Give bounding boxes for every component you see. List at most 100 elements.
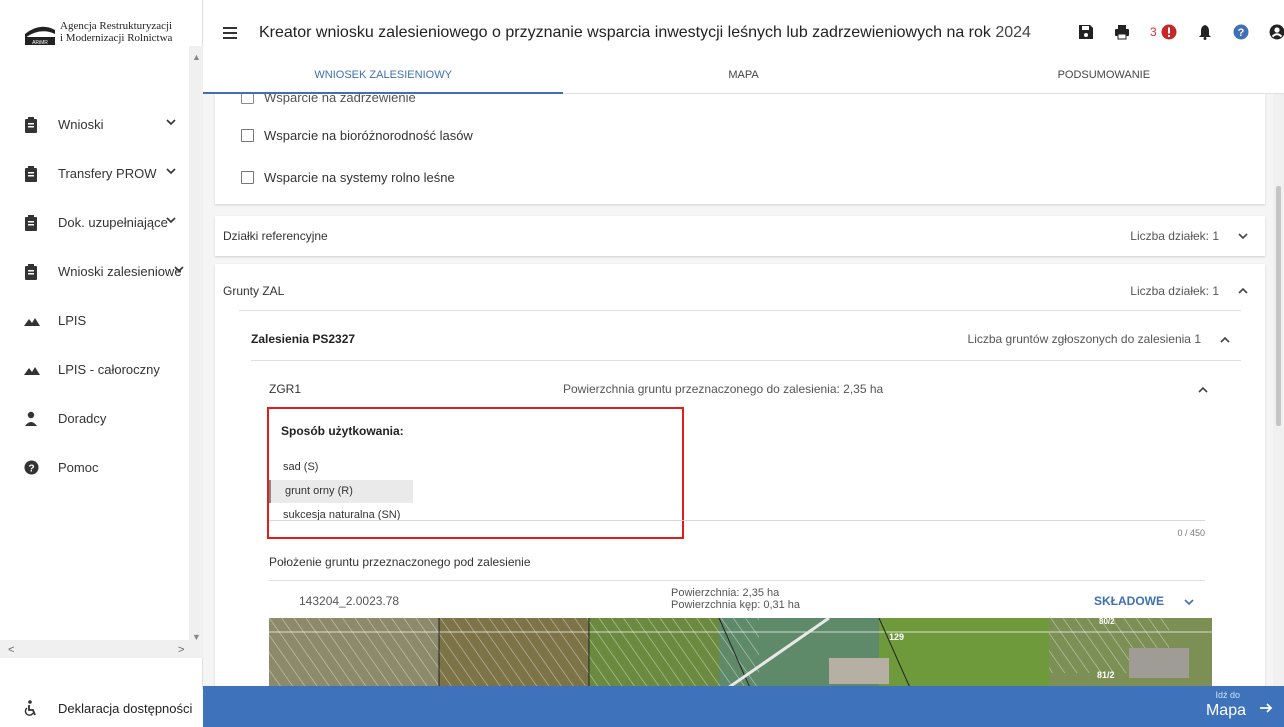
- map-label: 80/2: [1099, 618, 1115, 626]
- zgr-area-label: Powierzchnia gruntu przeznaczonego do za…: [563, 382, 884, 396]
- panel-title: Działki referencyjne: [223, 229, 328, 243]
- brand-line-2: i Modernizacji Rolnictwa: [60, 32, 173, 44]
- sidebar-item-label: LPIS: [58, 313, 87, 328]
- zgr-title: ZGR1: [269, 382, 302, 396]
- checkbox-row-zadrzewienie[interactable]: Wsparcie na zadrzewienie: [241, 94, 416, 105]
- topbar: Kreator wniosku zalesieniowego o przyzna…: [203, 0, 1284, 94]
- accessibility-declaration-label: Deklaracja dostępności: [58, 700, 193, 716]
- sidebar-item-transfery-prow[interactable]: Transfery PROW: [0, 149, 189, 198]
- scroll-left-icon[interactable]: <: [8, 644, 14, 656]
- parcel-map[interactable]: 129 81/2 80/2: [269, 618, 1212, 686]
- sidebar-item-label: Transfery PROW: [58, 166, 157, 181]
- sidebar-item-label: LPIS - całoroczny: [58, 362, 160, 377]
- chevron-down-icon[interactable]: [1237, 230, 1249, 242]
- page-title-text: Kreator wniosku zalesieniowego o przyzna…: [259, 24, 991, 41]
- tabs: WNIOSEK ZALESIENIOWY MAPA PODSUMOWANIE: [203, 66, 1284, 94]
- save-icon[interactable]: [1078, 24, 1094, 40]
- dzialki-referencyjne-panel[interactable]: Działki referencyjne Liczba działek: 1: [215, 216, 1265, 256]
- sidebar-item-wnioski-zalesieniowe[interactable]: Wnioski zalesieniowe: [0, 247, 189, 296]
- chevron-down-icon: [165, 165, 177, 177]
- usage-option-sukcesja-naturalna[interactable]: sukcesja naturalna (SN): [269, 504, 419, 527]
- arimr-logo-icon: ARiMR: [24, 20, 56, 46]
- person-icon: [24, 411, 38, 427]
- parcel-id: 143204_2.0023.78: [299, 594, 400, 608]
- divider: [239, 310, 1241, 311]
- sidebar-horizontal-scrollbar[interactable]: [0, 640, 203, 658]
- main-vertical-scrollbar[interactable]: [1273, 94, 1284, 686]
- tab-wniosek-zalesieniowy[interactable]: WNIOSEK ZALESIENIOWY: [203, 66, 564, 94]
- divider: [251, 360, 1241, 361]
- next-step-button[interactable]: Mapa: [1206, 702, 1246, 720]
- sidebar-item-dok-uzupelniajace[interactable]: Dok. uzupełniające: [0, 198, 189, 247]
- chevron-up-icon[interactable]: [1197, 384, 1209, 399]
- sidebar-item-label: Pomoc: [58, 460, 99, 475]
- help-icon[interactable]: ?: [1233, 24, 1249, 40]
- sidebar-vertical-scrollbar[interactable]: [189, 46, 203, 640]
- chevron-down-icon: [165, 214, 177, 226]
- zalesienia-count: Liczba gruntów zgłoszonych do zalesienia…: [967, 332, 1201, 346]
- usage-option-sad[interactable]: sad (S): [269, 456, 413, 479]
- parcel-area-total: Powierzchnia: 2,35 ha: [671, 587, 780, 599]
- sidebar-item-doradcy[interactable]: Doradcy: [0, 394, 189, 443]
- page-title: Kreator wniosku zalesieniowego o przyzna…: [259, 24, 1031, 42]
- checkbox[interactable]: [241, 129, 254, 142]
- checkbox-row-bioroznorodnosc[interactable]: Wsparcie na bioróżnorodność lasów: [241, 128, 473, 143]
- clipboard-icon: [24, 165, 38, 182]
- zalesienia-title: Zalesienia PS2327: [251, 332, 356, 346]
- textarea-underline: [269, 520, 1205, 521]
- svg-text:?: ?: [28, 463, 34, 474]
- arrow-right-icon[interactable]: [1258, 700, 1274, 719]
- tab-mapa[interactable]: MAPA: [563, 66, 923, 94]
- sidebar-item-wnioski[interactable]: Wnioski: [0, 100, 189, 149]
- grunty-zal-panel: Grunty ZAL Liczba działek: 1 Zalesienia …: [215, 264, 1265, 686]
- parcel-area-clumps: Powierzchnia kęp: 0,31 ha: [671, 599, 801, 611]
- sidebar-item-label: Wnioski: [58, 117, 104, 132]
- chevron-up-icon[interactable]: [1237, 285, 1249, 297]
- scroll-right-icon[interactable]: >: [178, 644, 184, 656]
- mountain-icon: [24, 313, 40, 329]
- sidebar: ARiMR Agencja Restrukturyzacji i Moderni…: [0, 0, 203, 727]
- checkbox[interactable]: [241, 94, 254, 104]
- checkbox-row-systemy-rolno-lesne[interactable]: Wsparcie na systemy rolno leśne: [241, 170, 455, 185]
- chevron-down-icon: [173, 263, 185, 275]
- sidebar-item-label: Wnioski zalesieniowe: [58, 264, 182, 279]
- panel-count: Liczba działek: 1: [1130, 284, 1219, 298]
- checkbox[interactable]: [241, 171, 254, 184]
- panel-title: Grunty ZAL: [223, 284, 285, 298]
- checkbox-label: Wsparcie na zadrzewienie: [264, 94, 416, 105]
- accessibility-icon: [24, 700, 38, 716]
- character-counter: 0 / 450: [1177, 528, 1205, 538]
- sidebar-item-lpis[interactable]: LPIS: [0, 296, 189, 345]
- account-icon[interactable]: [1269, 24, 1284, 40]
- print-icon[interactable]: [1114, 24, 1130, 40]
- divider: [269, 580, 1205, 581]
- checkbox-label: Wsparcie na systemy rolno leśne: [264, 170, 455, 185]
- sidebar-nav: Wnioski Transfery PROW Dok. uzupełniając…: [0, 100, 189, 492]
- parcel-area: Powierzchnia: 2,35 ha Powierzchnia kęp: …: [671, 587, 800, 611]
- usage-option-grunt-orny[interactable]: grunt orny (R): [269, 480, 413, 503]
- sidebar-item-label: Dok. uzupełniające: [58, 215, 168, 230]
- mountain-icon: [24, 362, 40, 378]
- brand-logo[interactable]: ARiMR Agencja Restrukturyzacji i Moderni…: [24, 20, 172, 46]
- brand-line-1: Agencja Restrukturyzacji: [60, 20, 173, 32]
- chevron-up-icon[interactable]: [1219, 334, 1231, 349]
- accessibility-declaration-link[interactable]: Deklaracja dostępności: [0, 689, 203, 727]
- menu-icon[interactable]: [223, 27, 237, 39]
- help-icon: ?: [24, 459, 39, 476]
- usage-label: Sposób użytkowania:: [281, 424, 404, 438]
- svg-text:?: ?: [1237, 27, 1244, 39]
- svg-text:ARiMR: ARiMR: [32, 40, 48, 46]
- scrollbar-thumb[interactable]: [1276, 186, 1281, 426]
- error-icon[interactable]: [1161, 24, 1177, 40]
- location-title: Położenie gruntu przeznaczonego pod zale…: [269, 555, 531, 569]
- scroll-up-icon[interactable]: ▲: [192, 52, 201, 62]
- main-content: Wsparcie na zadrzewienie Wsparcie na bio…: [203, 94, 1273, 686]
- components-button[interactable]: SKŁADOWE: [1094, 594, 1164, 608]
- chevron-down-icon[interactable]: [1183, 596, 1195, 611]
- clipboard-icon: [24, 214, 38, 231]
- sidebar-item-lpis-caloroczny[interactable]: LPIS - całoroczny: [0, 345, 189, 394]
- bell-icon[interactable]: [1197, 24, 1213, 40]
- clipboard-icon: [24, 263, 38, 280]
- tab-podsumowanie[interactable]: PODSUMOWANIE: [924, 66, 1284, 94]
- sidebar-item-pomoc[interactable]: ? Pomoc: [0, 443, 189, 492]
